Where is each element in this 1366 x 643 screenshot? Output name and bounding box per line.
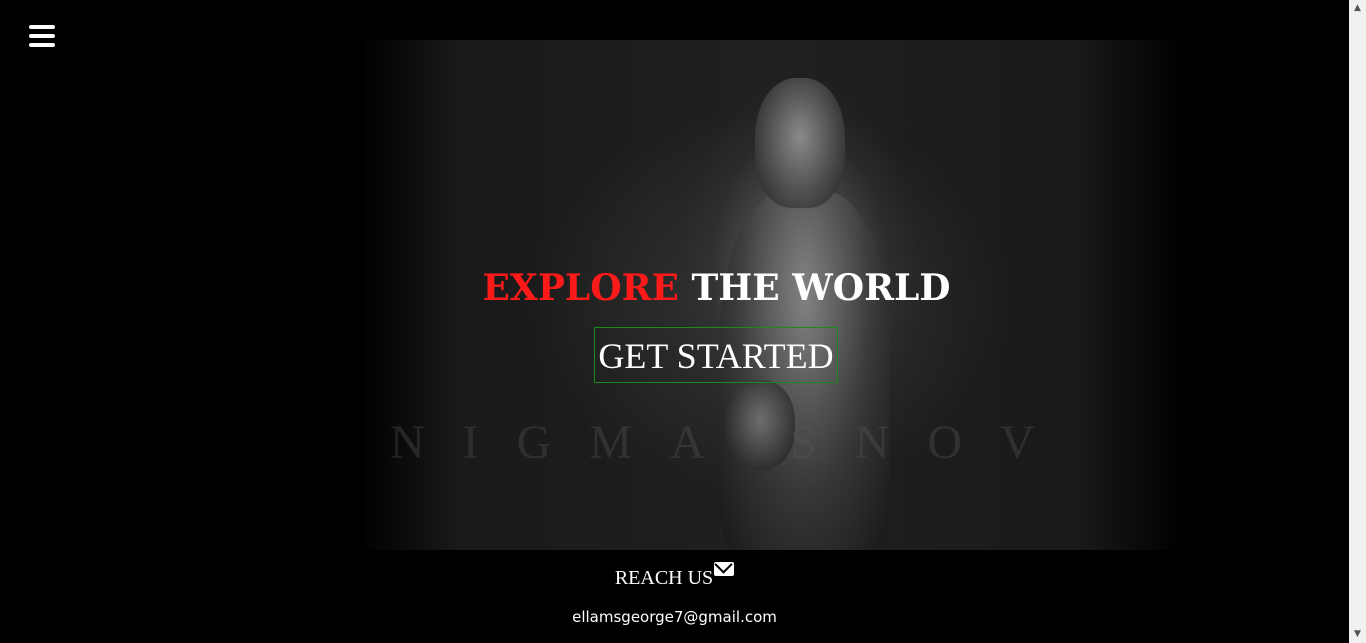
envelope-icon	[714, 562, 735, 576]
reach-us-heading: REACH US	[0, 562, 1349, 591]
menu-bar-bottom	[29, 43, 55, 47]
hero-headline: EXPLORE THE WORLD	[0, 266, 1366, 310]
hero-figure-head	[755, 78, 845, 208]
hamburger-menu-icon[interactable]	[29, 24, 55, 48]
contact-email[interactable]: ellamsgeorge7@gmail.com	[0, 607, 1349, 627]
scroll-down-arrow-icon[interactable]: ▼	[1349, 626, 1366, 643]
menu-bar-top	[29, 25, 55, 29]
page: NIGMA SNOV EXPLORE THE WORLD GET STARTED…	[0, 0, 1366, 643]
headline-accent-word: EXPLORE	[482, 267, 679, 309]
get-started-button[interactable]: GET STARTED	[594, 327, 838, 383]
vertical-scrollbar[interactable]: ▲ ▼	[1349, 0, 1366, 643]
menu-bar-middle	[29, 34, 55, 38]
headline-rest: THE WORLD	[678, 267, 951, 309]
scroll-up-arrow-icon[interactable]: ▲	[1349, 0, 1366, 17]
reach-us-label: REACH US	[614, 567, 714, 589]
hero-watermark-text: NIGMA SNOV	[390, 416, 1073, 469]
